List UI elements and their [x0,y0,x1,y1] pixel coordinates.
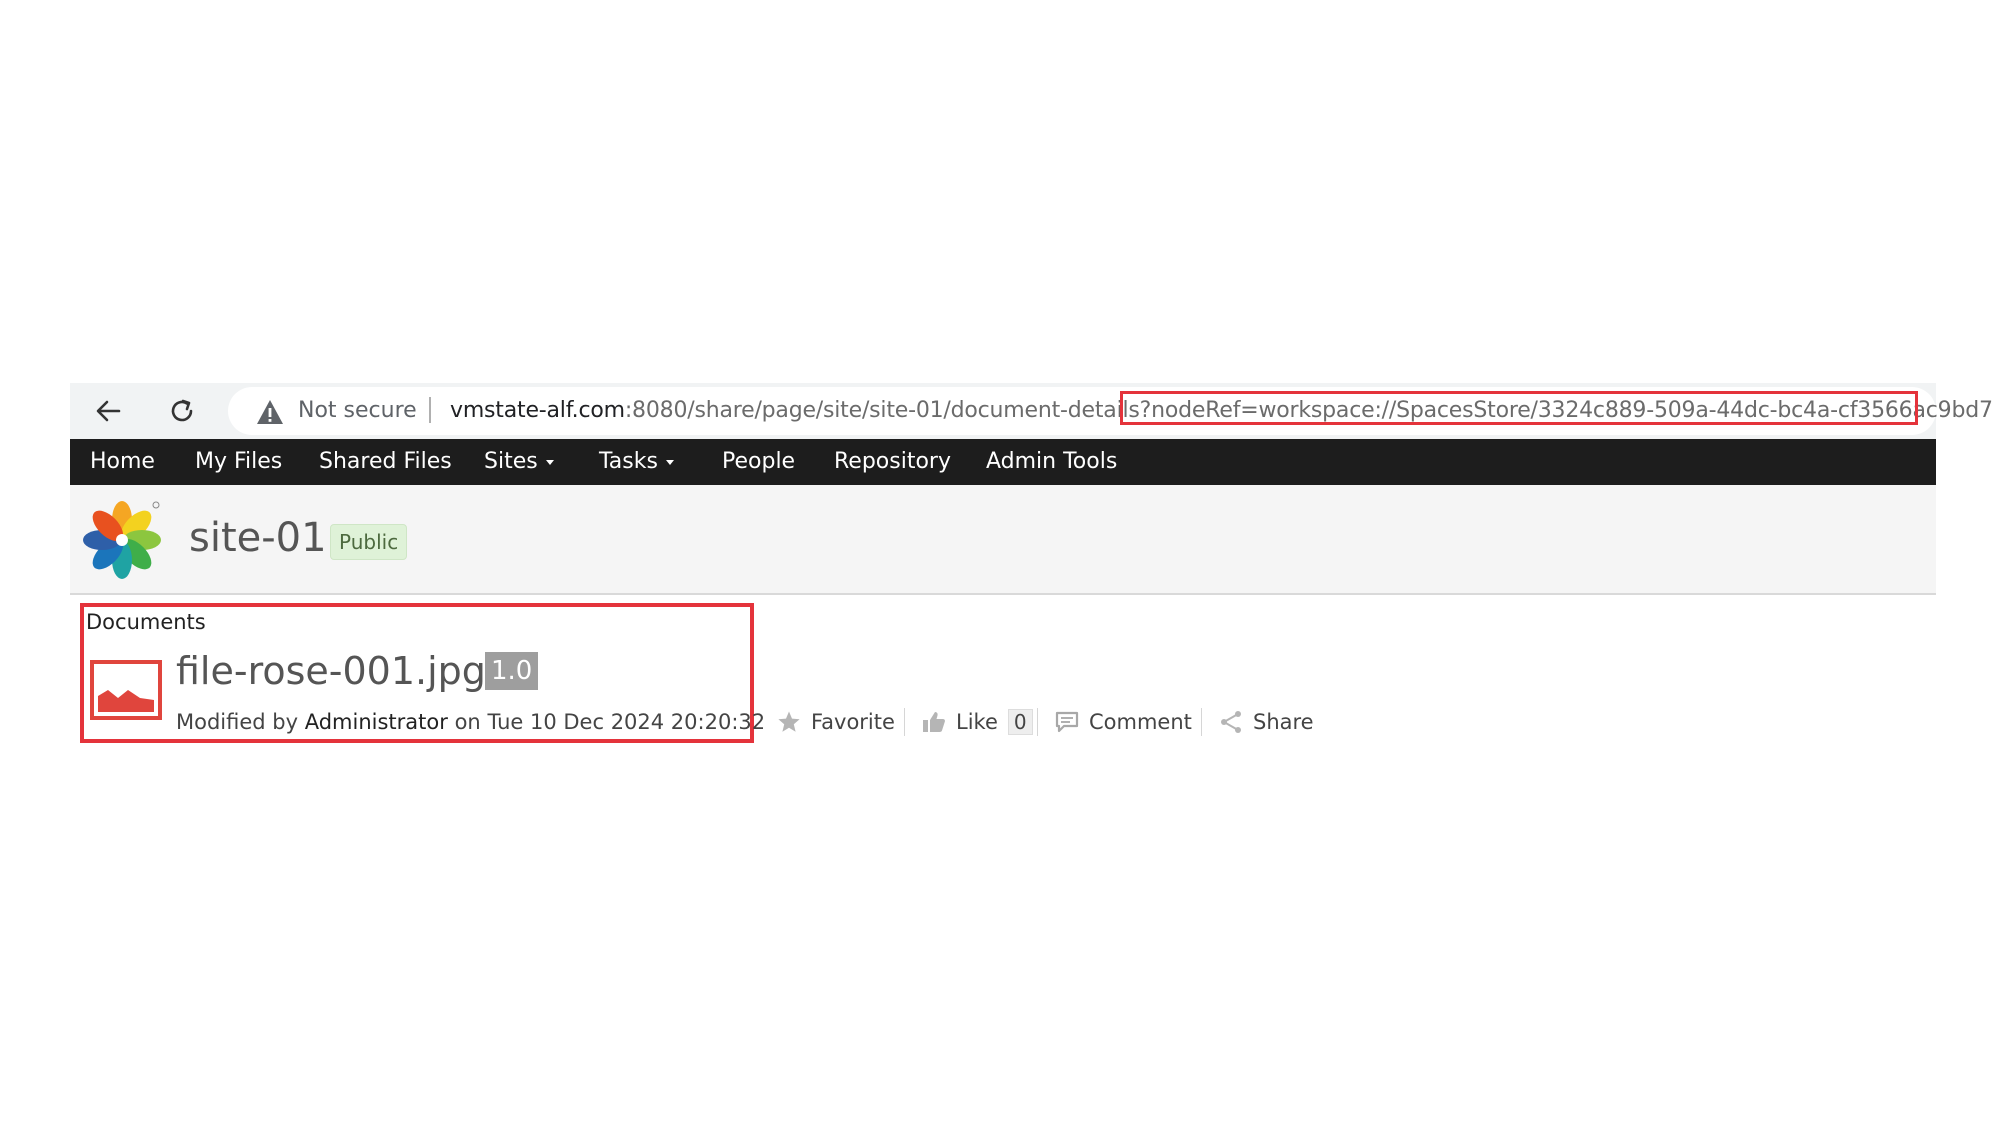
url-highlight-box [1120,391,1918,425]
alfresco-logo[interactable] [82,499,162,579]
menu-sites[interactable]: Sites [484,439,554,485]
site-title[interactable]: site-01 [189,515,327,561]
modified-on-prefix: on [454,710,481,734]
favorite-label: Favorite [811,710,895,734]
app-header: Home My Files Shared Files Sites Tasks P… [70,439,1936,485]
modified-info: Modified by Administrator on Tue 10 Dec … [176,709,765,735]
like-count: 0 [1007,709,1033,735]
comment-button[interactable]: Comment [1055,709,1192,735]
action-divider [1201,708,1202,736]
comment-label: Comment [1089,710,1192,734]
menu-sites-label: Sites [484,449,538,474]
thumbs-up-icon [923,712,945,732]
security-status[interactable]: Not secure [298,397,417,425]
file-name: file-rose-001.jpg [176,649,486,693]
star-icon [778,711,800,732]
menu-tasks-label: Tasks [599,449,658,474]
chevron-down-icon [665,459,674,465]
menu-my-files[interactable]: My Files [195,439,282,485]
version-badge: 1.0 [485,652,539,690]
menu-home[interactable]: Home [90,439,155,485]
menu-shared-files[interactable]: Shared Files [319,439,452,485]
favorite-button[interactable]: Favorite [777,709,895,735]
url-divider [429,397,431,423]
menu-people[interactable]: People [722,439,795,485]
modified-date: Tue 10 Dec 2024 20:20:32 [487,710,766,734]
action-divider [1037,708,1038,736]
url-path: :8080/share/page/site/site-01/document-d… [624,398,1152,423]
share-icon [1221,711,1241,733]
site-header: site-01 Public [70,485,1936,595]
modified-prefix: Modified by [176,710,299,734]
modifier-link[interactable]: Administrator [305,710,448,734]
share-label: Share [1253,710,1314,734]
share-button[interactable]: Share [1219,709,1314,735]
menu-repository[interactable]: Repository [834,439,951,485]
like-button[interactable]: Like 0 [922,709,1033,735]
chevron-down-icon [545,459,554,465]
back-icon[interactable] [80,383,136,439]
like-label: Like [956,710,998,734]
breadcrumb-documents[interactable]: Documents [86,609,206,635]
menu-admin-tools[interactable]: Admin Tools [986,439,1117,485]
warning-icon [257,400,283,424]
action-divider [904,708,905,736]
image-file-icon [90,660,162,720]
menu-tasks[interactable]: Tasks [599,439,674,485]
reload-icon[interactable] [154,383,210,439]
comment-icon [1055,711,1079,733]
url-domain: vmstate-alf.com [450,398,625,423]
site-visibility-badge: Public [330,524,408,560]
